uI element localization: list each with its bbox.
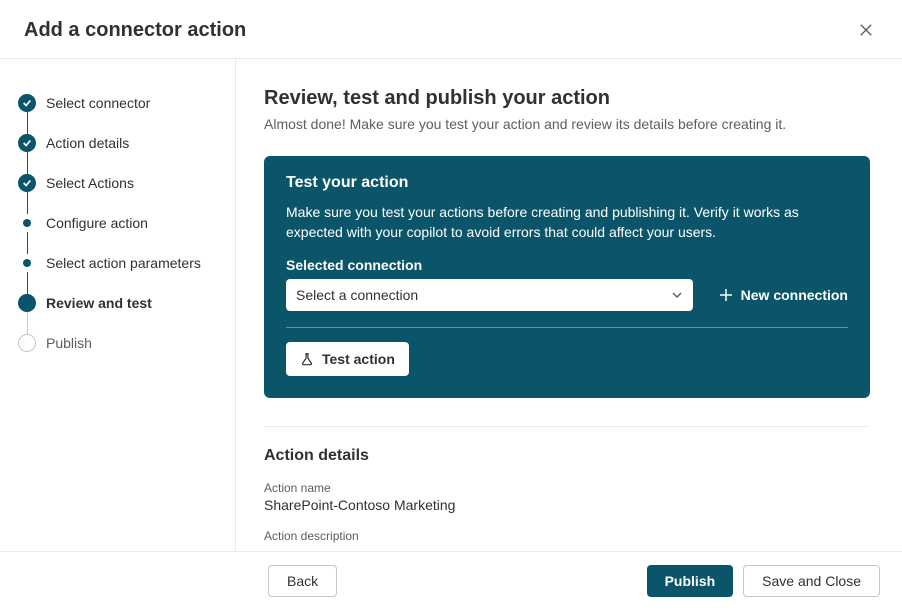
chevron-down-icon bbox=[671, 289, 683, 301]
check-icon bbox=[18, 174, 36, 192]
step-label: Select connector bbox=[46, 95, 150, 111]
step-select-actions[interactable]: Select Actions bbox=[18, 163, 235, 203]
step-select-action-parameters[interactable]: Select action parameters bbox=[18, 243, 235, 283]
step-label: Select Actions bbox=[46, 175, 134, 191]
new-connection-button[interactable]: New connection bbox=[719, 287, 848, 303]
test-action-button-label: Test action bbox=[322, 351, 395, 367]
action-name-value: SharePoint-Contoso Marketing bbox=[264, 497, 870, 513]
step-publish[interactable]: Publish bbox=[18, 323, 235, 363]
step-select-connector[interactable]: Select connector bbox=[18, 83, 235, 123]
dialog-body: Select connector Action details Select A… bbox=[0, 59, 902, 551]
connection-select[interactable]: Select a connection bbox=[286, 279, 693, 311]
close-icon bbox=[859, 23, 873, 37]
publish-button[interactable]: Publish bbox=[647, 565, 734, 597]
close-button[interactable] bbox=[854, 18, 878, 42]
test-panel-description: Make sure you test your actions before c… bbox=[286, 202, 848, 243]
back-button[interactable]: Back bbox=[268, 565, 337, 597]
page-title: Review, test and publish your action bbox=[264, 87, 870, 110]
section-divider bbox=[264, 426, 870, 427]
test-panel-title: Test your action bbox=[286, 174, 848, 192]
step-label: Select action parameters bbox=[46, 255, 201, 271]
action-name-label: Action name bbox=[264, 481, 870, 495]
dialog-title: Add a connector action bbox=[24, 19, 246, 42]
wizard-sidebar: Select connector Action details Select A… bbox=[0, 59, 236, 551]
save-and-close-button[interactable]: Save and Close bbox=[743, 565, 880, 597]
wizard-steps: Select connector Action details Select A… bbox=[18, 83, 235, 363]
flask-icon bbox=[300, 352, 314, 366]
test-action-button[interactable]: Test action bbox=[286, 342, 409, 376]
connection-label: Selected connection bbox=[286, 257, 848, 273]
dot-icon bbox=[18, 214, 36, 232]
new-connection-label: New connection bbox=[741, 287, 848, 303]
action-details-title: Action details bbox=[264, 447, 870, 465]
current-step-icon bbox=[18, 294, 36, 312]
connection-select-placeholder: Select a connection bbox=[296, 287, 418, 303]
step-action-details[interactable]: Action details bbox=[18, 123, 235, 163]
dot-icon bbox=[18, 254, 36, 272]
main-content: Review, test and publish your action Alm… bbox=[236, 59, 902, 551]
dialog-header: Add a connector action bbox=[0, 0, 902, 59]
dialog-footer: Back Publish Save and Close bbox=[0, 551, 902, 609]
page-subtitle: Almost done! Make sure you test your act… bbox=[264, 116, 870, 132]
step-label: Configure action bbox=[46, 215, 148, 231]
check-icon bbox=[18, 134, 36, 152]
step-review-and-test[interactable]: Review and test bbox=[18, 283, 235, 323]
step-label: Publish bbox=[46, 335, 92, 351]
step-configure-action[interactable]: Configure action bbox=[18, 203, 235, 243]
action-description-label: Action description bbox=[264, 529, 870, 543]
future-step-icon bbox=[18, 334, 36, 352]
plus-icon bbox=[719, 288, 733, 302]
step-label: Action details bbox=[46, 135, 129, 151]
test-action-panel: Test your action Make sure you test your… bbox=[264, 156, 870, 398]
check-icon bbox=[18, 94, 36, 112]
connection-row: Select a connection New connection bbox=[286, 279, 848, 328]
step-label: Review and test bbox=[46, 295, 152, 311]
